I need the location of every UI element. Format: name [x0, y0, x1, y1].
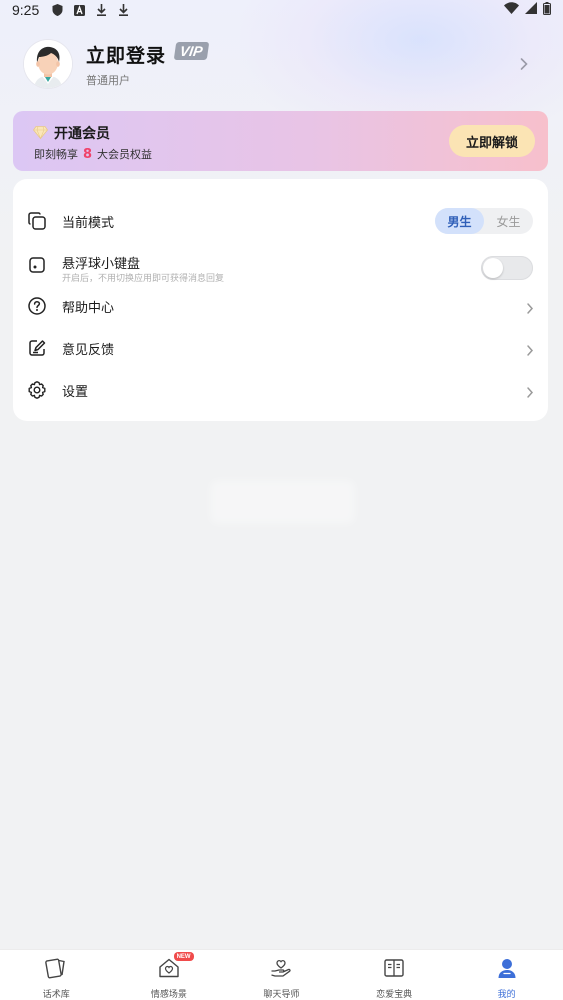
- unlock-button[interactable]: 立即解锁: [449, 125, 535, 157]
- login-title[interactable]: 立即登录: [86, 41, 166, 68]
- feedback-icon: [27, 338, 47, 358]
- status-time: 9:25: [12, 2, 40, 18]
- feedback-label: 意见反馈: [62, 342, 115, 358]
- settings-row[interactable]: 设置: [13, 370, 548, 410]
- gender-female-option[interactable]: 女生: [484, 208, 533, 234]
- shield-icon: [51, 4, 63, 16]
- status-bar: 9:25: [0, 0, 563, 20]
- nav-item-phrases[interactable]: 话术库: [0, 950, 113, 1000]
- download-icon: [95, 4, 107, 16]
- chevron-right-icon: [526, 384, 534, 398]
- nav-item-scenes[interactable]: NEW 情感场景: [113, 950, 226, 1000]
- gender-male-option[interactable]: 男生: [435, 208, 484, 234]
- nav-label: 我的: [497, 990, 516, 1000]
- nav-label: 话术库: [42, 990, 70, 1000]
- download-icon: [117, 4, 129, 16]
- help-icon: [27, 296, 47, 316]
- floating-keyboard-switch[interactable]: [481, 256, 533, 280]
- nav-item-mentor[interactable]: 聊天导师: [225, 950, 338, 1000]
- signal-icon: [525, 2, 537, 18]
- gear-icon: [27, 380, 47, 400]
- vip-benefit-count: 8: [83, 147, 93, 162]
- user-icon: [495, 956, 519, 980]
- feedback-row[interactable]: 意见反馈: [13, 328, 548, 368]
- faded-toast: [210, 480, 355, 524]
- floating-keyboard-hint: 开启后，不用切换应用即可获得消息回复: [62, 274, 225, 284]
- vip-sub-prefix: 即刻畅享: [34, 148, 78, 161]
- vip-sub-suffix: 大会员权益: [97, 148, 153, 161]
- wifi-icon: [504, 2, 519, 18]
- gender-toggle[interactable]: 男生 女生: [435, 208, 533, 234]
- mode-label: 当前模式: [62, 215, 115, 231]
- avatar[interactable]: [24, 40, 72, 88]
- profile-header[interactable]: 立即登录 VIP 普通用户: [24, 38, 539, 90]
- cards-icon: [44, 956, 68, 980]
- vip-badge: VIP: [173, 42, 209, 60]
- vip-title: 开通会员: [54, 126, 110, 142]
- help-label: 帮助中心: [62, 300, 115, 316]
- nav-item-guide[interactable]: 恋爱宝典: [338, 950, 451, 1000]
- settings-label: 设置: [62, 384, 89, 400]
- chevron-right-icon: [526, 342, 534, 356]
- floating-keyboard-label: 悬浮球小键盘: [62, 257, 141, 272]
- user-type: 普通用户: [86, 73, 130, 87]
- nav-label: 恋爱宝典: [376, 990, 413, 1000]
- vip-card[interactable]: 开通会员 即刻畅享 8 大会员权益 立即解锁: [13, 111, 548, 171]
- bottom-nav: 话术库 NEW 情感场景 聊天导师 恋爱宝典 我的: [0, 949, 563, 1000]
- chevron-right-icon: [526, 300, 534, 314]
- floating-ball-icon: [27, 255, 47, 275]
- book-icon: [382, 956, 406, 980]
- font-a-icon: [73, 4, 85, 16]
- nav-label: 情感场景: [150, 990, 187, 1000]
- settings-card: 当前模式 男生 女生 悬浮球小键盘 开启后，不用切换应用即可获得消息回复 帮助中…: [13, 179, 548, 421]
- copy-mode-icon: [27, 211, 47, 231]
- floating-keyboard-row: 悬浮球小键盘 开启后，不用切换应用即可获得消息回复: [13, 245, 548, 285]
- nav-item-mine[interactable]: 我的: [450, 950, 563, 1000]
- diamond-icon: [32, 124, 49, 143]
- new-badge: NEW: [173, 952, 194, 961]
- heart-hand-icon: [269, 956, 293, 980]
- nav-label: 聊天导师: [263, 990, 300, 1000]
- vip-subtitle: 即刻畅享 8 大会员权益: [34, 146, 152, 162]
- help-row[interactable]: 帮助中心: [13, 286, 548, 326]
- mode-row: 当前模式 男生 女生: [13, 201, 548, 241]
- switch-knob: [483, 258, 503, 278]
- chevron-right-icon[interactable]: [519, 56, 529, 70]
- battery-icon: [543, 1, 551, 19]
